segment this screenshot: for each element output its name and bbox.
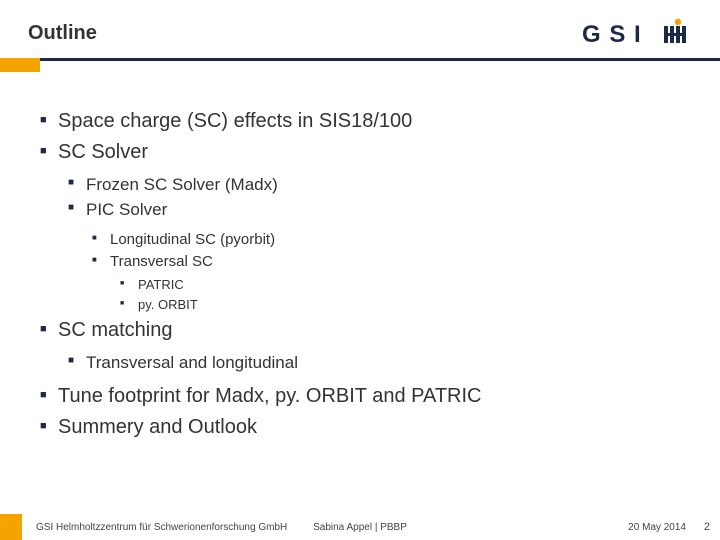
svg-text:G S I: G S I (582, 21, 642, 48)
bullet-l1: Summery and Outlook (40, 414, 680, 441)
page-number: 2 (704, 521, 710, 533)
bullet-l2: Transversal and longitudinal (68, 352, 680, 375)
bullet-l1: Tune footprint for Madx, py. ORBIT and P… (40, 383, 680, 410)
slide-footer: GSI Helmholtzzentrum für Schwerionenfors… (0, 514, 720, 540)
bullet-l3: Longitudinal SC (pyorbit) (92, 230, 680, 250)
bullet-l1: Space charge (SC) effects in SIS18/100 (40, 108, 680, 135)
footer-accent (0, 514, 22, 540)
bullet-l1: SC Solver (40, 139, 680, 166)
bullet-l1: SC matching (40, 317, 680, 344)
slide-title: Outline (28, 22, 97, 45)
gsi-logo: G S I (582, 18, 692, 48)
footer-org: GSI Helmholtzzentrum für Schwerionenfors… (36, 522, 287, 533)
footer-author: Sabina Appel | PBBP (313, 522, 407, 533)
bullet-l2: Frozen SC Solver (Madx) (68, 174, 680, 197)
bullet-l4: PATRIC (120, 276, 680, 294)
bullet-l3: Transversal SC (92, 252, 680, 272)
bullet-l4: py. ORBIT (120, 296, 680, 314)
bullet-l2: PIC Solver (68, 199, 680, 222)
title-divider (0, 58, 720, 76)
footer-date: 20 May 2014 (628, 522, 686, 533)
outline-content: Space charge (SC) effects in SIS18/100 S… (0, 76, 720, 441)
